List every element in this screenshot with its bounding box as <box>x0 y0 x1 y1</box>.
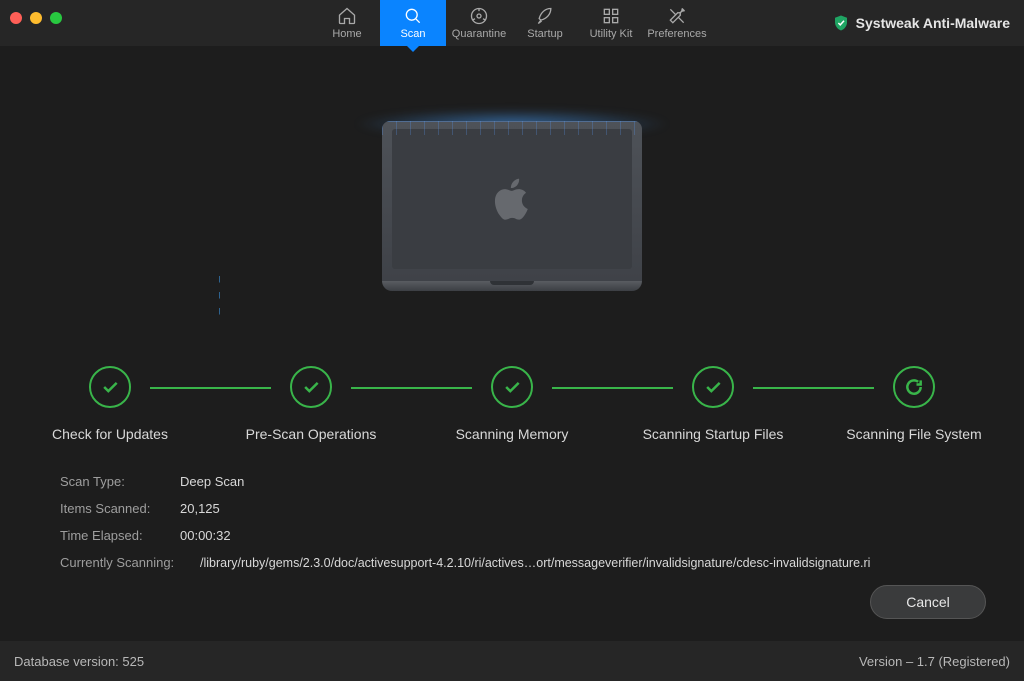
rocket-icon <box>535 6 555 26</box>
currently-scanning-value: /library/ruby/gems/2.3.0/doc/activesuppo… <box>200 556 870 570</box>
status-bar: Database version: 525 Version – 1.7 (Reg… <box>0 641 1024 681</box>
apple-logo-icon <box>493 177 531 221</box>
nav-preferences-label: Preferences <box>647 28 706 40</box>
check-icon <box>491 366 533 408</box>
nav-scan[interactable]: Scan <box>380 0 446 46</box>
progress-steps: Check for Updates Pre-Scan Operations Sc… <box>0 366 1024 442</box>
nav-quarantine[interactable]: Quarantine <box>446 0 512 46</box>
step-prescan: Pre-Scan Operations <box>231 366 391 442</box>
hero-illustration <box>0 46 1024 366</box>
step-file-system: Scanning File System <box>834 366 994 442</box>
step-label: Check for Updates <box>52 426 168 442</box>
step-label: Scanning File System <box>846 426 981 442</box>
app-version: Version – 1.7 (Registered) <box>859 654 1010 669</box>
search-icon <box>403 6 423 26</box>
scan-type-label: Scan Type: <box>60 474 180 489</box>
check-icon <box>89 366 131 408</box>
grid-icon <box>601 6 621 26</box>
minimize-window-button[interactable] <box>30 12 42 24</box>
refresh-icon <box>893 366 935 408</box>
tools-icon <box>667 6 687 26</box>
nav-home-label: Home <box>332 28 361 40</box>
items-scanned-label: Items Scanned: <box>60 501 180 516</box>
nav-utility-kit[interactable]: Utility Kit <box>578 0 644 46</box>
nav-startup[interactable]: Startup <box>512 0 578 46</box>
shield-icon <box>832 14 850 32</box>
titlebar: Home Scan Quarantine Startup Utility Kit… <box>0 0 1024 46</box>
biohazard-icon <box>469 6 489 26</box>
check-icon <box>290 366 332 408</box>
nav-preferences[interactable]: Preferences <box>644 0 710 46</box>
cancel-button[interactable]: Cancel <box>870 585 986 619</box>
brand: Systweak Anti-Malware <box>832 0 1010 46</box>
database-version: Database version: 525 <box>14 654 144 669</box>
time-elapsed-label: Time Elapsed: <box>60 528 180 543</box>
time-elapsed-value: 00:00:32 <box>180 528 231 543</box>
nav-utility-label: Utility Kit <box>590 28 633 40</box>
check-icon <box>692 366 734 408</box>
currently-scanning-label: Currently Scanning: <box>60 555 200 570</box>
step-startup-files: Scanning Startup Files <box>633 366 793 442</box>
items-scanned-value: 20,125 <box>180 501 220 516</box>
decorative-scanline <box>219 276 220 356</box>
nav-home[interactable]: Home <box>314 0 380 46</box>
nav-quarantine-label: Quarantine <box>452 28 506 40</box>
step-memory: Scanning Memory <box>432 366 592 442</box>
main-nav: Home Scan Quarantine Startup Utility Kit… <box>314 0 710 46</box>
home-icon <box>337 6 357 26</box>
step-label: Scanning Memory <box>456 426 569 442</box>
brand-label: Systweak Anti-Malware <box>856 15 1010 31</box>
step-check-updates: Check for Updates <box>30 366 190 442</box>
step-label: Pre-Scan Operations <box>246 426 377 442</box>
scan-type-value: Deep Scan <box>180 474 244 489</box>
laptop-graphic <box>382 121 642 291</box>
step-label: Scanning Startup Files <box>643 426 784 442</box>
nav-startup-label: Startup <box>527 28 562 40</box>
window-controls <box>10 12 62 24</box>
close-window-button[interactable] <box>10 12 22 24</box>
cancel-button-label: Cancel <box>906 594 950 610</box>
nav-scan-label: Scan <box>400 28 425 40</box>
zoom-window-button[interactable] <box>50 12 62 24</box>
scan-details: Scan Type: Deep Scan Items Scanned: 20,1… <box>0 442 1024 570</box>
